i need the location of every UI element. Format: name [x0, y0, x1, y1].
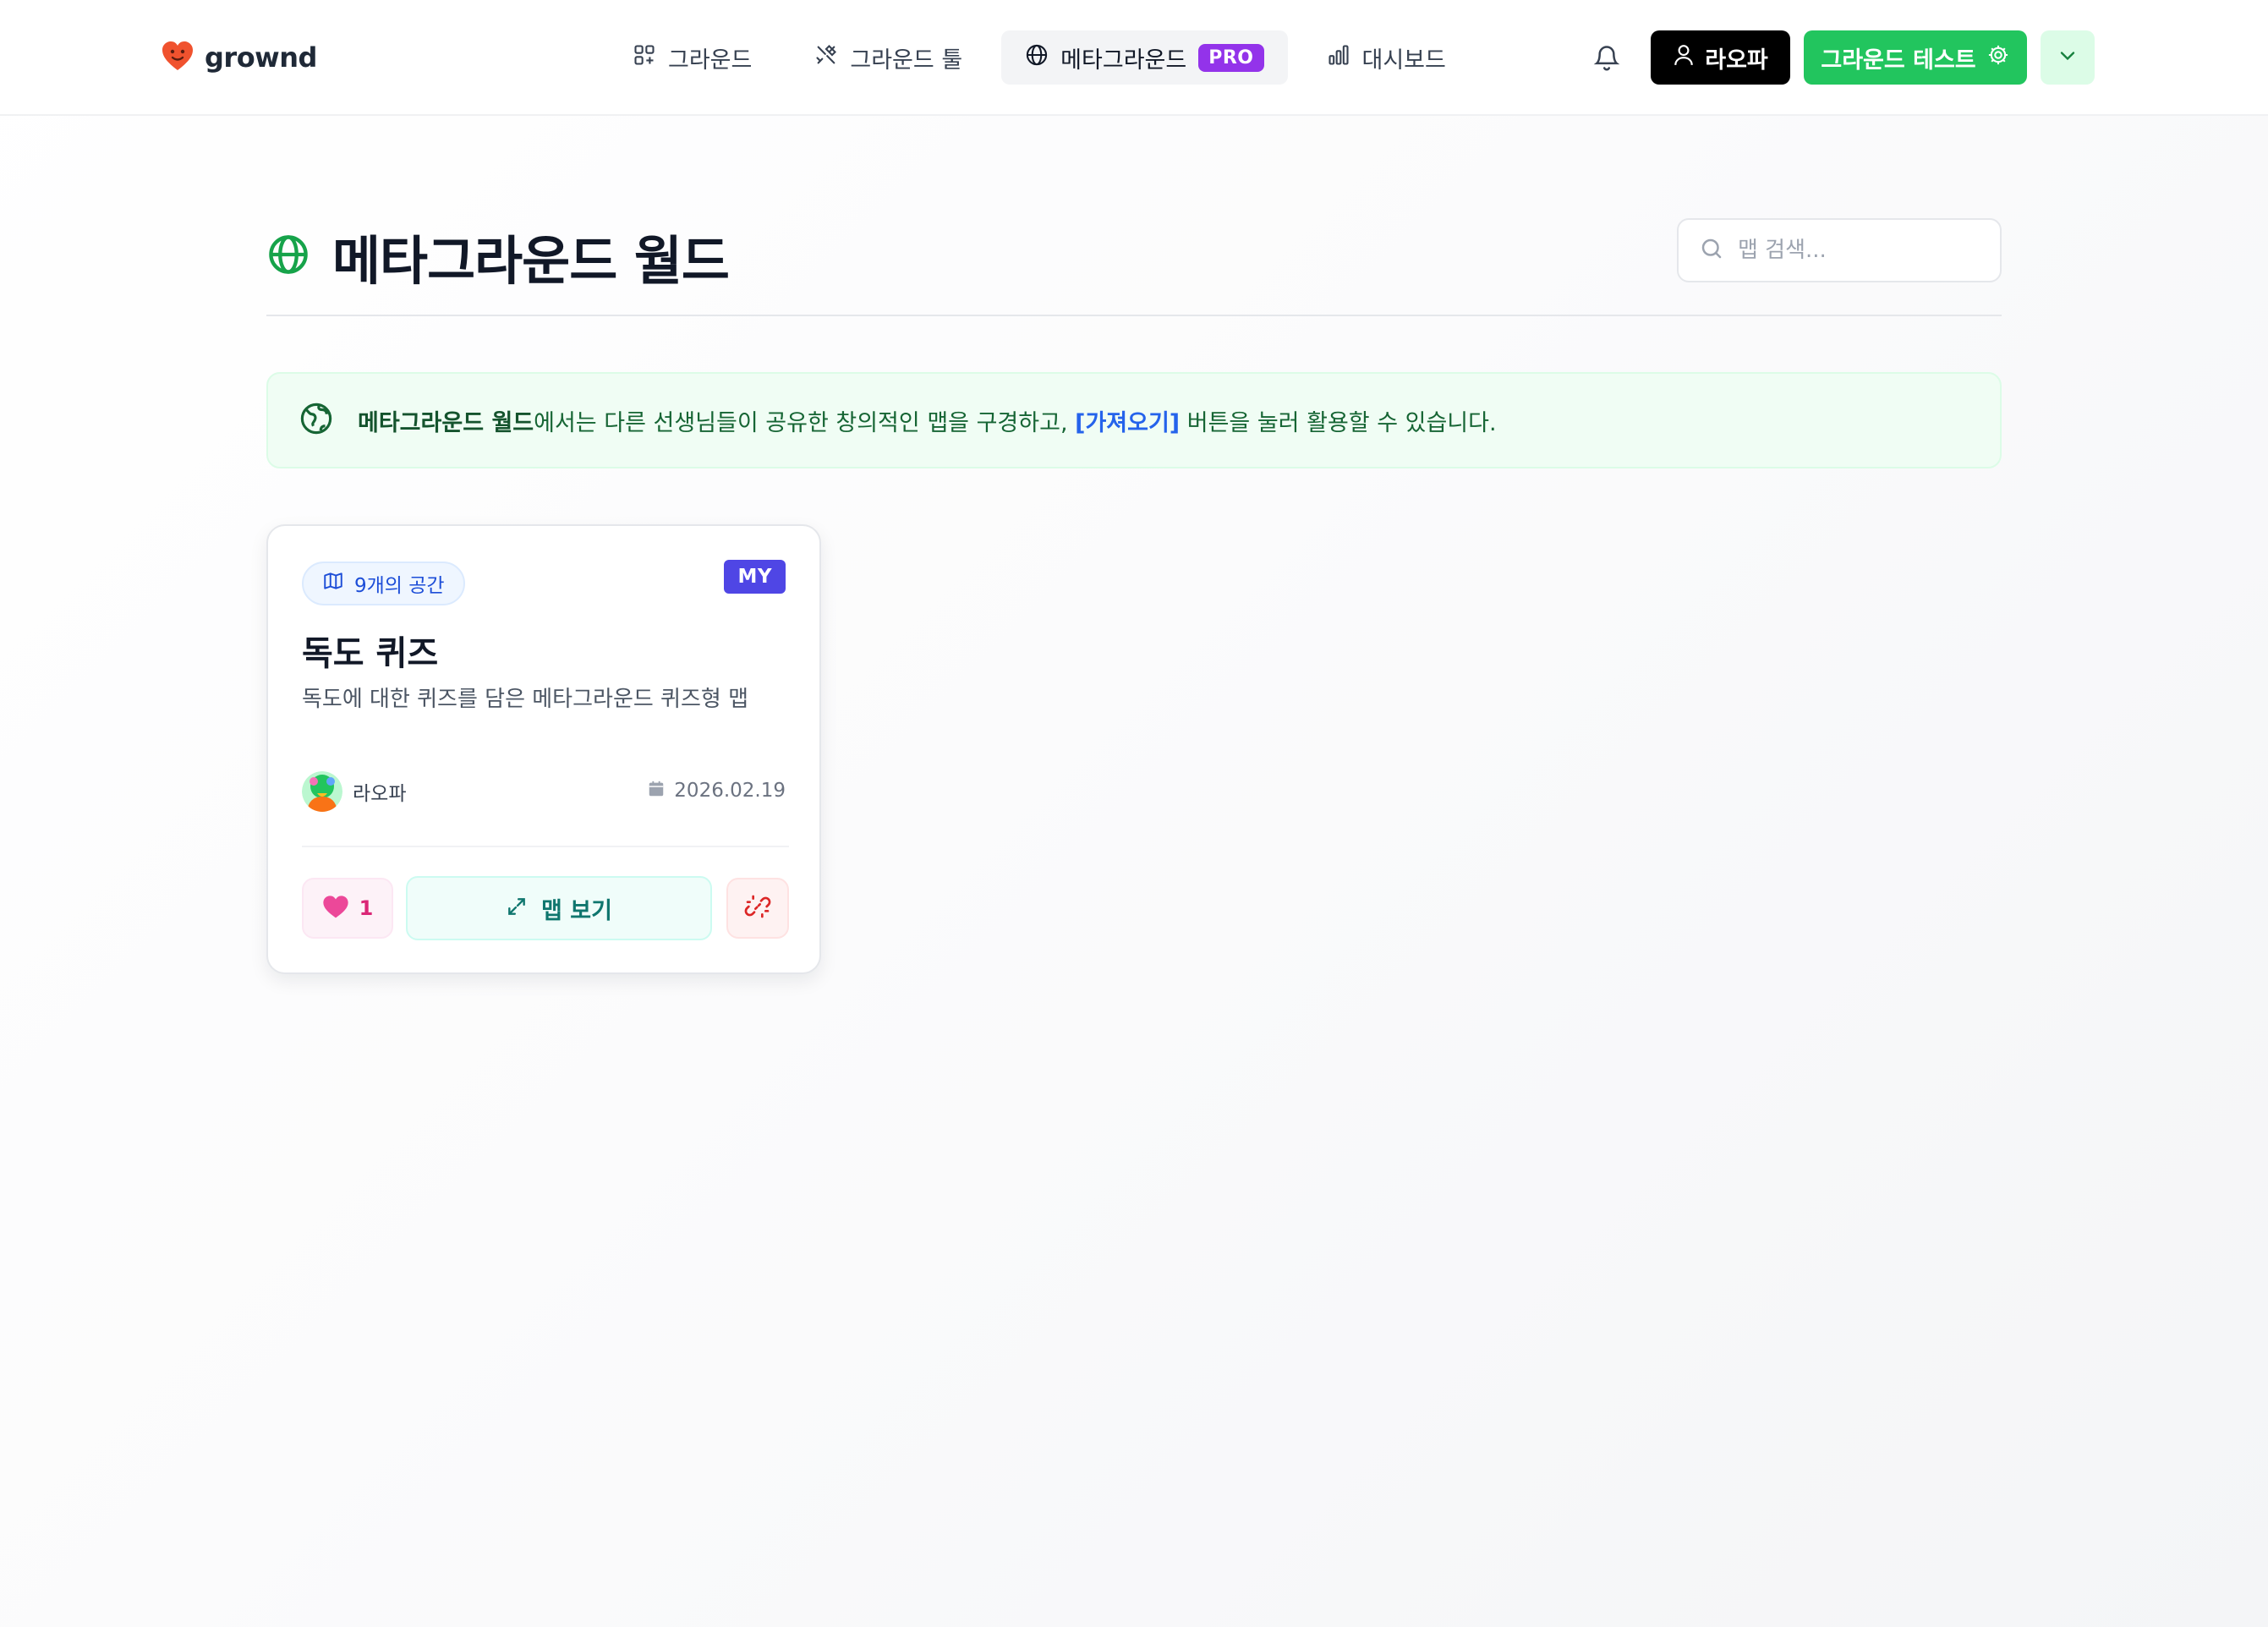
space-count: 9개의 공간 [354, 575, 445, 597]
calendar-icon [647, 780, 666, 802]
page-header: 메타그라운드 월드 [266, 213, 2002, 315]
bar-chart-icon [1327, 43, 1350, 73]
logo-text: grownd [205, 41, 317, 74]
profile-name: 라오파 [1705, 47, 1768, 74]
nav-label: 대시보드 [1361, 47, 1446, 74]
grid-icon [633, 43, 656, 73]
space-count-badge: 9개의 공간 [302, 562, 465, 605]
heart-logo-icon [161, 40, 194, 75]
map-search[interactable] [1677, 218, 2002, 282]
banner-text-2: 버튼을 눌러 활용할 수 있습니다. [1180, 409, 1497, 436]
view-map-button[interactable]: 맵 보기 [406, 876, 712, 940]
banner-text-1: 에서는 다른 선생님들이 공유한 창의적인 맵을 구경하고, [534, 409, 1076, 436]
map-icon [322, 570, 344, 597]
globe-outline-icon [299, 401, 334, 440]
nav-item-metaground[interactable]: 메타그라운드 PRO [1001, 30, 1288, 85]
banner-text: 메타그라운드 월드에서는 다른 선생님들이 공유한 창의적인 맵을 구경하고, … [358, 404, 1497, 437]
page-title: 메타그라운드 월드 [332, 230, 730, 292]
heart-icon [322, 894, 349, 923]
card-divider [302, 846, 789, 847]
nav-item-dashboard[interactable]: 대시보드 [1303, 30, 1470, 85]
map-title: 독도 퀴즈 [302, 634, 439, 673]
unlink-icon [744, 893, 771, 923]
globe-icon [266, 233, 310, 280]
nav-label: 그라운드 [668, 47, 753, 74]
search-input[interactable] [1738, 238, 1983, 263]
search-icon [1699, 236, 1724, 265]
nav-label: 그라운드 툴 [850, 47, 963, 74]
nav-label: 메타그라운드 [1060, 47, 1187, 74]
import-link: [가져오기] [1075, 409, 1181, 436]
ground-test-button[interactable]: 그라운드 테스트 [1804, 30, 2027, 85]
top-navbar: grownd 그라운드 그라운드 툴 메타그라운드 PRO 대시보드 라오파 그… [0, 0, 2268, 116]
like-button[interactable]: 1 [302, 878, 393, 939]
avatar [302, 771, 342, 812]
main-nav: 그라운드 그라운드 툴 메타그라운드 PRO 대시보드 [609, 30, 1470, 85]
test-button-label: 그라운드 테스트 [1821, 47, 1976, 74]
profile-button[interactable]: 라오파 [1651, 30, 1790, 85]
menu-dropdown-button[interactable] [2041, 30, 2095, 85]
my-badge: MY [724, 560, 786, 594]
chevron-down-icon [2056, 44, 2079, 71]
map-date: 2026.02.19 [647, 780, 786, 802]
globe-icon [1025, 43, 1049, 73]
header-divider [266, 315, 2002, 316]
pro-badge: PRO [1198, 43, 1264, 72]
author-name: 라오파 [353, 783, 407, 805]
user-icon [1673, 43, 1695, 73]
map-author: 라오파 [302, 771, 406, 812]
page-title-group: 메타그라운드 월드 [266, 218, 730, 294]
gear-icon [1986, 43, 2010, 73]
logo[interactable]: grownd [161, 37, 317, 78]
map-description: 독도에 대한 퀴즈를 담은 메타그라운드 퀴즈형 맵 [302, 687, 748, 712]
map-card[interactable]: 9개의 공간 MY 독도 퀴즈 독도에 대한 퀴즈를 담은 메타그라운드 퀴즈형… [266, 524, 821, 974]
info-banner: 메타그라운드 월드에서는 다른 선생님들이 공유한 창의적인 맵을 구경하고, … [266, 372, 2002, 468]
nav-item-ground-tools[interactable]: 그라운드 툴 [791, 30, 986, 85]
banner-strong: 메타그라운드 월드 [358, 409, 534, 436]
nav-item-ground[interactable]: 그라운드 [609, 30, 775, 85]
unlink-button[interactable] [726, 878, 789, 939]
expand-icon [506, 896, 528, 921]
view-map-label: 맵 보기 [541, 897, 612, 924]
tools-icon [814, 43, 838, 73]
notification-bell-icon[interactable] [1590, 41, 1624, 74]
date-text: 2026.02.19 [674, 780, 786, 802]
like-count: 1 [359, 896, 374, 920]
